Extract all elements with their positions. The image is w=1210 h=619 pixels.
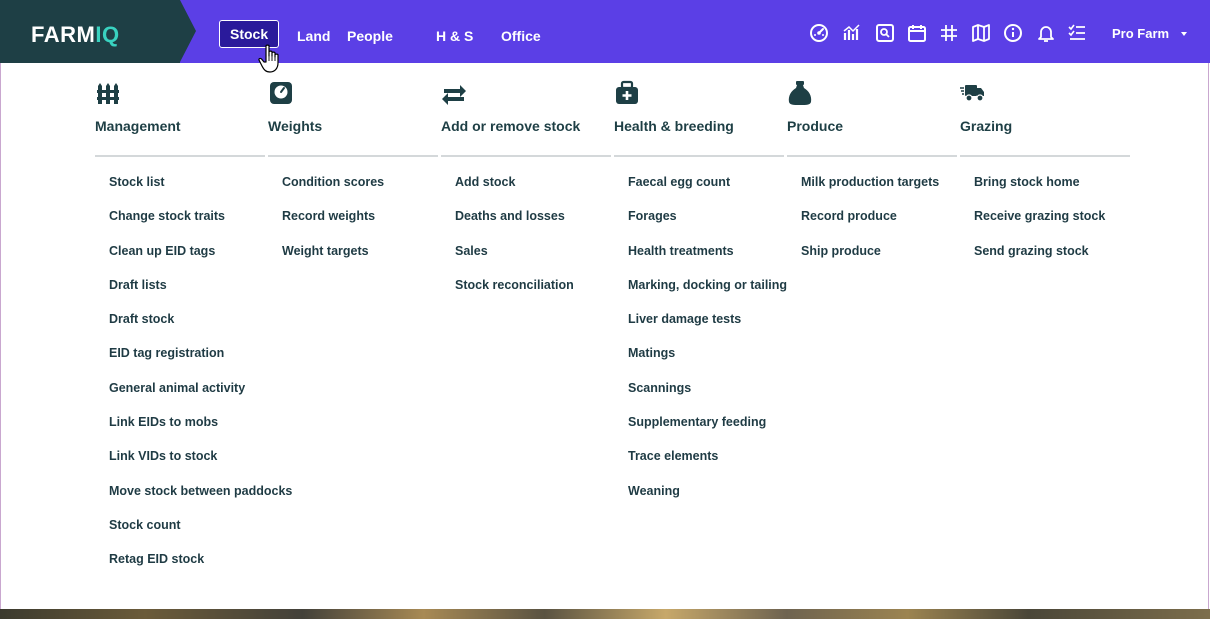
menu-link[interactable]: Change stock traits [109, 209, 292, 243]
menu-link[interactable]: Draft stock [109, 312, 292, 346]
nav-people[interactable]: People [347, 24, 393, 48]
menu-link[interactable]: Deaths and losses [455, 209, 574, 243]
menu-link[interactable]: Move stock between paddocks [109, 484, 292, 518]
menu-link[interactable]: Bring stock home [974, 175, 1105, 209]
menu-link[interactable]: Weaning [628, 484, 787, 518]
category-add-remove[interactable]: Add or remove stock [441, 118, 580, 134]
top-navigation-bar: FARMIQ Stock Land People H & S Office Pr… [0, 0, 1210, 63]
fence-icon [95, 80, 121, 106]
menu-link[interactable]: Faecal egg count [628, 175, 787, 209]
divider [441, 155, 611, 157]
calendar-icon[interactable] [907, 23, 927, 43]
menu-link[interactable]: Liver damage tests [628, 312, 787, 346]
menu-link[interactable]: Milk production targets [801, 175, 939, 209]
menu-link[interactable]: Supplementary feeding [628, 415, 787, 449]
background-image-strip [0, 609, 1210, 619]
menu-link[interactable]: Link VIDs to stock [109, 449, 292, 483]
exchange-arrows-icon [441, 80, 467, 106]
divider [614, 155, 784, 157]
divider [787, 155, 957, 157]
dashboard-icon[interactable] [809, 23, 829, 43]
category-produce[interactable]: Produce [787, 118, 843, 134]
menu-link[interactable]: Stock reconciliation [455, 278, 574, 312]
menu-link[interactable]: Send grazing stock [974, 244, 1105, 278]
menu-link[interactable]: Scannings [628, 381, 787, 415]
category-health[interactable]: Health & breeding [614, 118, 734, 134]
profile-menu[interactable]: Pro Farm [1112, 24, 1169, 44]
menu-link[interactable]: Record weights [282, 209, 384, 243]
analytics-icon[interactable] [842, 23, 862, 43]
logo-block[interactable]: FARMIQ [0, 0, 180, 63]
menu-link[interactable]: Stock count [109, 518, 292, 552]
menu-link[interactable]: Weight targets [282, 244, 384, 278]
map-icon[interactable] [971, 23, 991, 43]
medical-kit-icon [614, 80, 640, 106]
hand-cursor-icon [258, 44, 284, 74]
menu-link[interactable]: Add stock [455, 175, 574, 209]
menu-link[interactable]: Marking, docking or tailing [628, 278, 787, 312]
menu-link[interactable]: General animal activity [109, 381, 292, 415]
nav-hs[interactable]: H & S [436, 24, 473, 48]
logo-accent: IQ [95, 22, 120, 47]
menu-link[interactable]: Link EIDs to mobs [109, 415, 292, 449]
menu-link[interactable]: Trace elements [628, 449, 787, 483]
logo-arrow-shape [180, 0, 196, 62]
menu-link[interactable]: EID tag registration [109, 346, 292, 380]
logo: FARMIQ [31, 22, 120, 48]
category-management[interactable]: Management [95, 118, 181, 134]
menu-link[interactable]: Stock list [109, 175, 292, 209]
search-map-icon[interactable] [875, 23, 895, 43]
category-weights[interactable]: Weights [268, 118, 322, 134]
nav-office[interactable]: Office [501, 24, 541, 48]
nav-land[interactable]: Land [297, 24, 330, 48]
sack-icon [787, 80, 813, 106]
menu-link[interactable]: Record produce [801, 209, 939, 243]
divider [268, 155, 438, 157]
notification-bell-icon[interactable] [1036, 23, 1056, 43]
menu-link[interactable]: Draft lists [109, 278, 292, 312]
divider [960, 155, 1130, 157]
menu-link[interactable]: Ship produce [801, 244, 939, 278]
logo-main: FARM [31, 22, 96, 47]
chevron-down-icon[interactable] [1181, 32, 1187, 36]
menu-link[interactable]: Condition scores [282, 175, 384, 209]
scale-icon [268, 80, 294, 106]
menu-link[interactable]: Health treatments [628, 244, 787, 278]
truck-icon [960, 80, 986, 106]
menu-link[interactable]: Retag EID stock [109, 552, 292, 586]
menu-link[interactable]: Matings [628, 346, 787, 380]
menu-link[interactable]: Forages [628, 209, 787, 243]
menu-link[interactable]: Clean up EID tags [109, 244, 292, 278]
menu-link[interactable]: Receive grazing stock [974, 209, 1105, 243]
grid-tools-icon[interactable] [939, 23, 959, 43]
category-grazing[interactable]: Grazing [960, 118, 1012, 134]
divider [95, 155, 265, 157]
menu-link[interactable]: Sales [455, 244, 574, 278]
tasks-list-icon[interactable] [1067, 23, 1087, 43]
info-icon[interactable] [1003, 23, 1023, 43]
